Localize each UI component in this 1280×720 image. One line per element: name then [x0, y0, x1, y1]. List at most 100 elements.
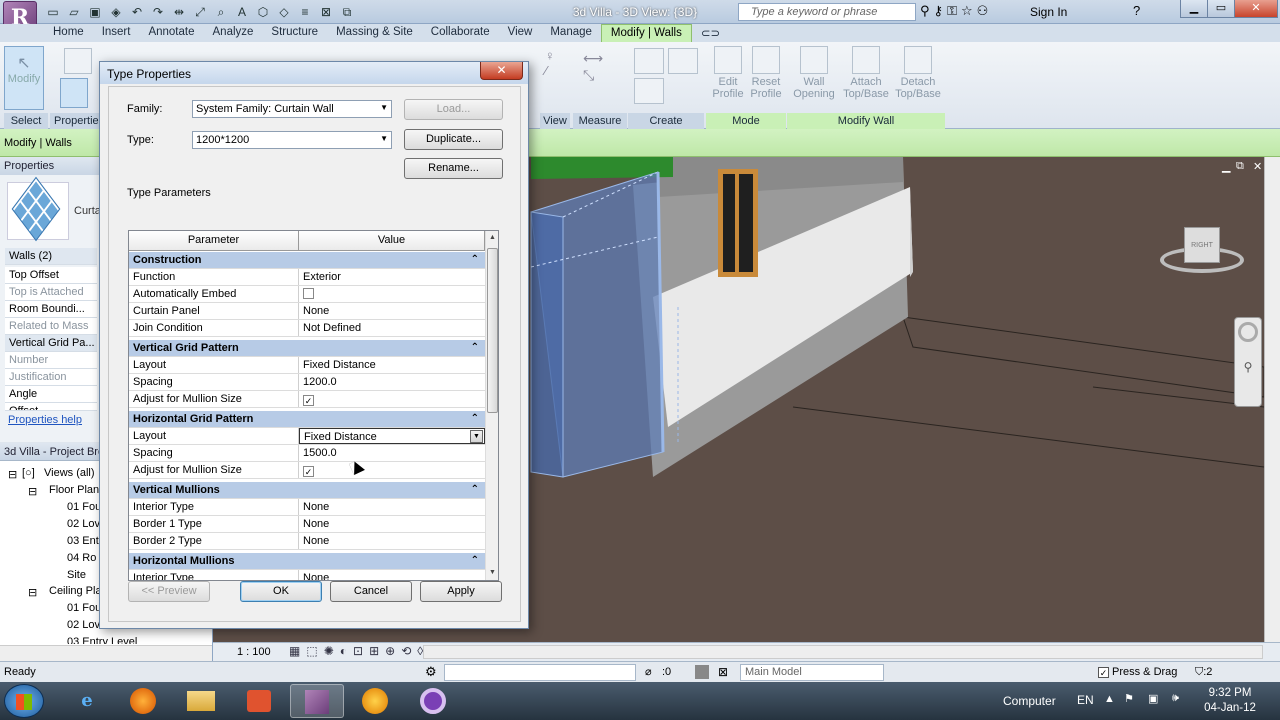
modify-button[interactable]: ↖ Modify: [4, 46, 44, 110]
select-panel-label[interactable]: Select: [4, 113, 48, 129]
select-tools-icon[interactable]: ♀ ⁄: [545, 48, 555, 78]
close-views-icon[interactable]: ⊠: [317, 3, 335, 21]
collapse-icon[interactable]: ⌃: [471, 482, 479, 497]
detach-top-base-button[interactable]: Detach Top/Base: [892, 46, 944, 100]
param-value[interactable]: None: [299, 533, 485, 549]
col-parameter[interactable]: Parameter: [129, 231, 299, 251]
taskbar-firefox-icon[interactable]: [116, 684, 170, 718]
table-row[interactable]: Adjust for Mullion Size ✓: [129, 462, 485, 479]
dimension-icon[interactable]: ⤢: [191, 3, 209, 21]
table-row[interactable]: Border 2 Type None: [129, 533, 485, 550]
steering-wheel-icon[interactable]: [1238, 322, 1258, 342]
design-options-icon[interactable]: [695, 665, 709, 679]
tab-massing-site[interactable]: Massing & Site: [327, 24, 422, 42]
browser-hscroll[interactable]: [0, 645, 212, 661]
adjust-mullion-checkbox[interactable]: ✓: [303, 466, 314, 477]
table-row[interactable]: Interior Type None: [129, 570, 485, 580]
create-panel-label[interactable]: Create: [628, 113, 704, 129]
search-input[interactable]: Type a keyword or phrase: [738, 3, 916, 21]
adjust-mullion-checkbox[interactable]: ✓: [303, 395, 314, 406]
tree-item-site[interactable]: Site: [67, 569, 86, 581]
design-option-selector[interactable]: Main Model: [740, 664, 884, 681]
shadows-icon[interactable]: ◐: [340, 644, 347, 658]
scroll-up-icon[interactable]: ▲: [489, 234, 496, 241]
group-construction[interactable]: Construction ⌃: [129, 252, 485, 269]
dialog-close-button[interactable]: ✕: [480, 62, 523, 80]
tab-home[interactable]: Home: [44, 24, 93, 42]
selection-filter[interactable]: Walls (2): [5, 248, 97, 265]
workset-selector[interactable]: [444, 664, 636, 681]
group-vertical-mullions[interactable]: Vertical Mullions ⌃: [129, 482, 485, 499]
design-options-icon2[interactable]: ⊠: [718, 665, 728, 679]
open-icon[interactable]: ▱: [65, 3, 83, 21]
sync-icon[interactable]: ◈: [107, 3, 125, 21]
tree-item-ceiling-plans[interactable]: Ceiling Pla: [49, 585, 102, 597]
ribbon-options-icon[interactable]: ⊂⊃: [692, 24, 729, 42]
text-icon[interactable]: A: [233, 3, 251, 21]
table-row[interactable]: Spacing 1200.0: [129, 374, 485, 391]
vcbar-hscroll[interactable]: [423, 645, 1263, 659]
tree-toggle-icon[interactable]: ⊟: [28, 485, 37, 498]
viewport-minimize-icon[interactable]: ▁: [1222, 160, 1230, 173]
prop-angle[interactable]: Angle: [5, 386, 97, 403]
viewport-restore-icon[interactable]: ⧉: [1236, 160, 1244, 173]
measure-panel-label[interactable]: Measure: [573, 113, 627, 129]
table-row[interactable]: Layout Fixed Distance: [129, 357, 485, 374]
tree-item-ceiling-01[interactable]: 01 Fou: [67, 602, 101, 614]
view-scale[interactable]: 1 : 100: [237, 646, 271, 658]
group-vertical-grid[interactable]: Vertical Grid Pattern ⌃: [129, 340, 485, 357]
param-value[interactable]: None: [299, 570, 485, 580]
properties-ribbon-icon[interactable]: [60, 78, 88, 108]
type-selector-thumbnail[interactable]: [7, 176, 69, 242]
key-icon[interactable]: ⚷: [934, 3, 944, 19]
tab-analyze[interactable]: Analyze: [204, 24, 263, 42]
grid-vscroll[interactable]: ▲ ▼: [485, 231, 498, 580]
taskbar-clock[interactable]: 9:32 PM 04-Jan-12: [1195, 686, 1265, 716]
taskbar-media-icon[interactable]: [348, 684, 402, 718]
detail-level-icon[interactable]: ▦: [289, 644, 300, 658]
viewport-close-icon[interactable]: ✕: [1253, 160, 1262, 173]
tree-item-floor-plans[interactable]: Floor Plan: [49, 484, 99, 496]
group-horizontal-mullions[interactable]: Horizontal Mullions ⌃: [129, 553, 485, 570]
table-row[interactable]: Adjust for Mullion Size ✓: [129, 391, 485, 408]
prop-top-offset[interactable]: Top Offset: [5, 267, 97, 284]
param-value[interactable]: [299, 286, 485, 302]
tab-manage[interactable]: Manage: [541, 24, 601, 42]
tab-collaborate[interactable]: Collaborate: [422, 24, 499, 42]
scroll-thumb[interactable]: [487, 248, 498, 413]
load-button[interactable]: Load...: [404, 99, 503, 120]
taskbar-explorer-icon[interactable]: [174, 684, 228, 718]
table-row[interactable]: Automatically Embed: [129, 286, 485, 303]
tab-annotate[interactable]: Annotate: [139, 24, 203, 42]
prop-vertical-grid-group[interactable]: Vertical Grid Pa...: [5, 335, 97, 352]
zoom-icon[interactable]: ⚲: [1235, 360, 1261, 374]
ok-button[interactable]: OK: [240, 581, 322, 602]
tree-item-floor-01[interactable]: 01 Fou: [67, 501, 101, 513]
param-value[interactable]: ✓: [299, 462, 485, 478]
viewcube[interactable]: RIGHT: [1160, 227, 1244, 277]
press-drag-check[interactable]: ✓: [1098, 667, 1109, 678]
collapse-icon[interactable]: ⌃: [471, 252, 479, 267]
preview-button[interactable]: << Preview: [128, 581, 210, 602]
tray-language[interactable]: EN: [1077, 693, 1094, 707]
measure-icon-ribbon[interactable]: ⟷ ⤡: [583, 50, 603, 84]
worksets-icon[interactable]: ⚙: [425, 664, 437, 680]
close-button[interactable]: ✕: [1234, 0, 1278, 18]
edit-profile-button[interactable]: Edit Profile: [710, 46, 746, 100]
cancel-button[interactable]: Cancel: [330, 581, 412, 602]
save-icon[interactable]: ▣: [86, 3, 104, 21]
table-row[interactable]: Border 1 Type None: [129, 516, 485, 533]
redo-icon[interactable]: ↷: [149, 3, 167, 21]
table-row[interactable]: Interior Type None: [129, 499, 485, 516]
taskbar-screen-recorder-icon[interactable]: [232, 684, 286, 718]
param-value[interactable]: ✓: [299, 391, 485, 407]
type-selector-name[interactable]: Curta: [74, 205, 101, 217]
lock-view-icon[interactable]: ⊕: [385, 644, 395, 658]
tag-icon[interactable]: ⌕: [212, 3, 230, 21]
layout-dropdown-editing[interactable]: Fixed Distance ▼: [299, 428, 485, 444]
param-value[interactable]: Not Defined: [299, 320, 485, 336]
attach-top-base-button[interactable]: Attach Top/Base: [840, 46, 892, 100]
tab-structure[interactable]: Structure: [262, 24, 327, 42]
selection-filter-status[interactable]: ⛉:2: [1195, 666, 1212, 679]
view-panel-label[interactable]: View: [540, 113, 570, 129]
